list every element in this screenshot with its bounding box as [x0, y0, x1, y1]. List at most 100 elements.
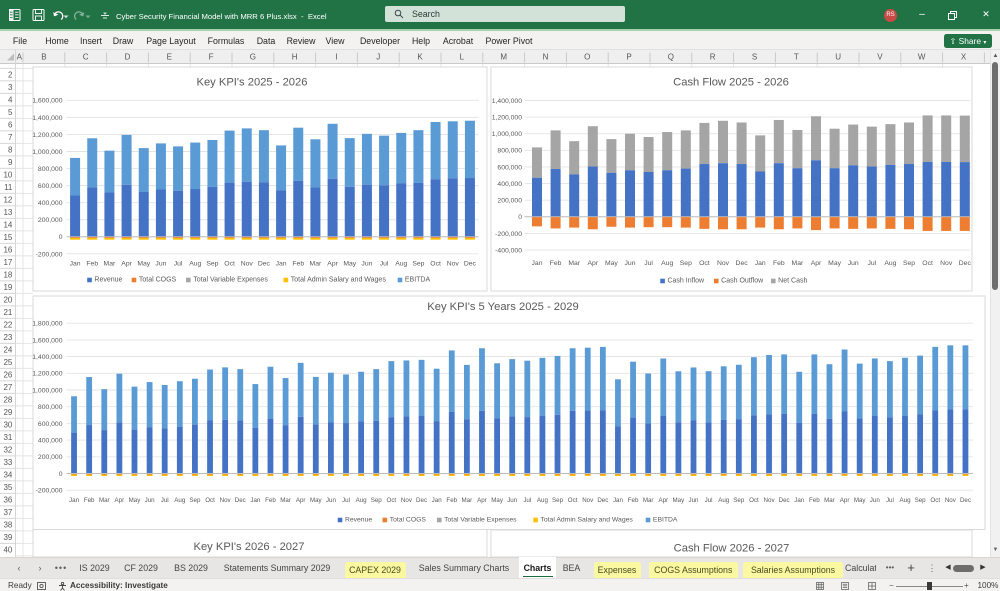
- svg-text:0: 0: [518, 214, 522, 221]
- svg-text:Nov: Nov: [717, 260, 730, 267]
- svg-text:200,000: 200,000: [38, 217, 63, 224]
- svg-text:Feb: Feb: [628, 497, 639, 504]
- svg-text:E: E: [167, 53, 172, 62]
- svg-text:Revenue: Revenue: [94, 277, 122, 284]
- svg-text:Nov: Nov: [945, 497, 957, 504]
- svg-text:Apr: Apr: [658, 497, 668, 504]
- svg-text:Oct: Oct: [930, 497, 940, 504]
- svg-text:Jun: Jun: [507, 497, 518, 504]
- svg-text:-200,000: -200,000: [495, 231, 522, 238]
- svg-text:T: T: [794, 53, 799, 62]
- svg-text:Jun: Jun: [361, 261, 372, 268]
- svg-text:Dec: Dec: [416, 497, 427, 504]
- svg-text:27: 27: [3, 383, 12, 392]
- svg-text:25: 25: [3, 358, 12, 367]
- svg-text:Jan: Jan: [794, 497, 805, 504]
- svg-text:Mar: Mar: [310, 261, 322, 268]
- svg-text:Nov: Nov: [764, 497, 776, 504]
- svg-text:-400,000: -400,000: [495, 247, 522, 254]
- svg-text:Jan: Jan: [250, 497, 261, 504]
- svg-text:200,000: 200,000: [38, 454, 63, 461]
- svg-text:Jun: Jun: [689, 497, 700, 504]
- svg-text:Apr: Apr: [115, 497, 125, 504]
- svg-text:6: 6: [8, 121, 13, 130]
- svg-text:Feb: Feb: [86, 261, 98, 268]
- svg-text:C: C: [83, 53, 89, 62]
- svg-text:-200,000: -200,000: [36, 251, 63, 258]
- svg-text:Nov: Nov: [582, 497, 594, 504]
- svg-text:K: K: [417, 53, 423, 62]
- svg-text:Jul: Jul: [705, 497, 713, 504]
- svg-text:5: 5: [8, 108, 13, 117]
- svg-text:Aug: Aug: [537, 497, 549, 504]
- svg-text:Q: Q: [668, 53, 674, 62]
- svg-text:Sep: Sep: [552, 497, 564, 504]
- svg-text:Feb: Feb: [809, 497, 820, 504]
- svg-text:Dec: Dec: [960, 497, 971, 504]
- svg-text:1,400,000: 1,400,000: [492, 98, 522, 105]
- svg-text:May: May: [605, 260, 618, 267]
- svg-text:1,000,000: 1,000,000: [32, 149, 62, 156]
- svg-text:Nov: Nov: [940, 260, 953, 267]
- svg-text:1,000,000: 1,000,000: [32, 387, 62, 394]
- svg-text:Revenue: Revenue: [345, 517, 372, 524]
- svg-text:Jul: Jul: [644, 260, 653, 267]
- svg-text:Dec: Dec: [597, 497, 608, 504]
- svg-text:Apr: Apr: [121, 261, 132, 268]
- svg-text:15: 15: [3, 233, 12, 242]
- svg-text:Mar: Mar: [643, 497, 654, 504]
- svg-text:R: R: [710, 53, 716, 62]
- svg-text:13: 13: [3, 208, 12, 217]
- svg-text:Jun: Jun: [326, 497, 337, 504]
- svg-text:Mar: Mar: [824, 497, 835, 504]
- svg-text:Aug: Aug: [900, 497, 912, 504]
- svg-text:F: F: [209, 53, 214, 62]
- svg-text:Aug: Aug: [189, 261, 201, 268]
- svg-text:Jan: Jan: [69, 497, 80, 504]
- svg-text:33: 33: [3, 458, 12, 467]
- svg-text:Sep: Sep: [371, 497, 383, 504]
- svg-text:May: May: [828, 260, 841, 267]
- svg-text:2: 2: [8, 71, 13, 80]
- svg-text:1,400,000: 1,400,000: [32, 354, 62, 361]
- svg-text:Cash Inflow: Cash Inflow: [667, 278, 705, 285]
- svg-text:7: 7: [8, 133, 13, 142]
- svg-text:Mar: Mar: [99, 497, 110, 504]
- svg-text:400,000: 400,000: [497, 181, 522, 188]
- svg-text:Oct: Oct: [387, 497, 397, 504]
- svg-text:G: G: [250, 53, 256, 62]
- svg-text:Net Cash: Net Cash: [778, 278, 807, 285]
- svg-text:400,000: 400,000: [38, 200, 63, 207]
- svg-text:Jul: Jul: [174, 261, 183, 268]
- svg-text:600,000: 600,000: [38, 183, 63, 190]
- svg-text:3: 3: [8, 83, 13, 92]
- svg-text:Apr: Apr: [840, 497, 850, 504]
- svg-text:S: S: [752, 53, 757, 62]
- svg-text:Dec: Dec: [258, 261, 271, 268]
- svg-text:Dec: Dec: [959, 260, 972, 267]
- svg-text:Key KPI's 2025 - 2026: Key KPI's 2025 - 2026: [197, 77, 308, 89]
- svg-text:B: B: [41, 53, 46, 62]
- svg-text:Oct: Oct: [430, 261, 441, 268]
- svg-text:May: May: [137, 261, 150, 268]
- svg-text:X: X: [961, 53, 967, 62]
- svg-text:Jul: Jul: [886, 497, 894, 504]
- svg-text:Feb: Feb: [550, 260, 562, 267]
- svg-text:14: 14: [3, 221, 12, 230]
- svg-text:Total Admin Salary and Wages: Total Admin Salary and Wages: [540, 517, 633, 524]
- svg-text:May: May: [854, 497, 867, 504]
- svg-text:24: 24: [3, 346, 12, 355]
- svg-text:1,400,000: 1,400,000: [32, 115, 62, 122]
- svg-text:Cash Flow 2026 - 2027: Cash Flow 2026 - 2027: [674, 543, 790, 555]
- svg-text:Jul: Jul: [342, 497, 350, 504]
- svg-text:10: 10: [3, 171, 12, 180]
- svg-text:Total COGS: Total COGS: [139, 277, 177, 284]
- svg-text:Aug: Aug: [356, 497, 368, 504]
- svg-text:Apr: Apr: [811, 260, 822, 267]
- svg-text:P: P: [626, 53, 631, 62]
- svg-text:Jul: Jul: [523, 497, 531, 504]
- svg-text:U: U: [835, 53, 841, 62]
- svg-text:18: 18: [3, 271, 12, 280]
- svg-text:Key KPI's 5 Years 2025 - 2029: Key KPI's 5 Years 2025 - 2029: [427, 301, 578, 313]
- svg-text:Jul: Jul: [867, 260, 876, 267]
